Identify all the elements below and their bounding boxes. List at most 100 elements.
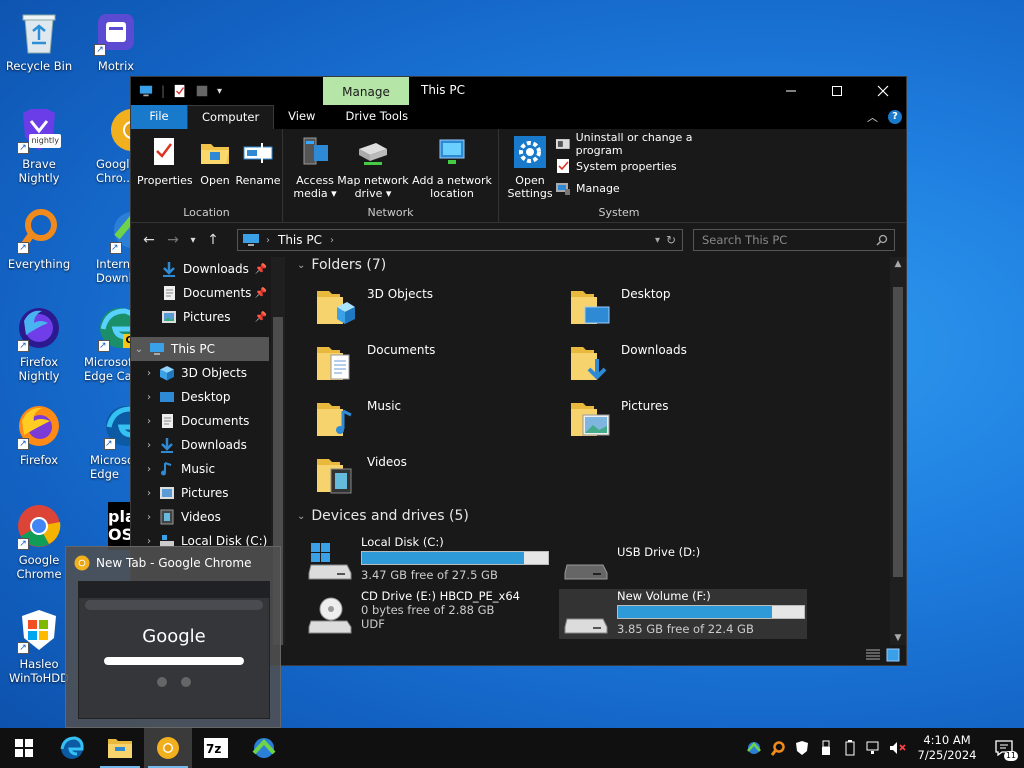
nav-music[interactable]: › Music [131,457,269,481]
system-properties-button[interactable]: System properties [555,155,739,177]
taskbar-file-explorer[interactable] [96,728,144,768]
address-dropdown-icon[interactable]: ▾ [655,235,660,246]
desktop-icon-brave-nightly[interactable]: nightly ↗ Brave Nightly [1,106,77,185]
tab-manage-context[interactable]: Manage [323,77,409,105]
close-button[interactable] [860,77,906,105]
rename-button[interactable]: Rename [235,135,281,187]
this-pc-icon[interactable] [139,84,153,98]
desktop-icon-firefox[interactable]: ↗ Firefox [1,402,77,467]
details-view-icon[interactable] [866,649,880,661]
minimize-button[interactable] [768,77,814,105]
nav-this-pc[interactable]: ⌄ This PC [131,337,269,361]
properties-button[interactable]: Properties [137,135,193,187]
drive-new-volume-f[interactable]: New Volume (F:) 3.85 GB free of 22.4 GB [559,589,807,639]
expand-chevron-icon[interactable]: › [143,512,155,523]
up-button[interactable]: ↑ [201,232,225,248]
uninstall-program-button[interactable]: Uninstall or change a program [555,131,739,157]
open-settings-button[interactable]: Open Settings [507,135,553,200]
breadcrumb-this-pc[interactable]: This PC [278,233,322,247]
pin-icon[interactable]: 📌 [255,312,267,323]
folder-documents[interactable]: Documents [313,341,435,385]
search-input[interactable]: Search This PC [693,229,895,251]
recent-locations-button[interactable]: ▾ [185,235,201,246]
manage-button[interactable]: Manage [555,177,739,199]
address-bar[interactable]: › This PC › ▾ ↻ [237,229,683,251]
collapse-chevron-icon[interactable]: ⌄ [297,260,305,271]
nav-documents[interactable]: › Documents [131,409,269,433]
nav-quick-documents[interactable]: Documents 📌 [131,281,269,305]
scroll-up-icon[interactable]: ▲ [890,259,906,269]
collapse-chevron-icon[interactable]: ⌄ [297,511,305,522]
folder-3d-objects[interactable]: 3D Objects [313,285,433,329]
nav-downloads[interactable]: › Downloads [131,433,269,457]
add-network-location-button[interactable]: Add a network location [411,135,493,200]
taskbar-thumbnail-preview[interactable]: New Tab - Google Chrome Google [65,546,281,728]
expand-chevron-icon[interactable]: › [143,440,155,451]
content-scrollbar[interactable]: ▲ ▼ [890,257,906,645]
folder-music[interactable]: Music [313,397,401,441]
nav-videos[interactable]: › Videos [131,505,269,529]
taskbar-7zip[interactable]: 7z [192,728,240,768]
clock[interactable]: 4:10 AM 7/25/2024 [910,733,984,763]
tray-security-shield-icon[interactable] [790,728,814,768]
tray-volume-muted-icon[interactable] [886,728,910,768]
map-network-drive-button[interactable]: Map network drive ▾ [337,135,409,200]
breadcrumb-chevron-icon[interactable]: › [330,235,334,246]
folders-section-header[interactable]: ⌄ Folders (7) [297,257,386,273]
drive-usb-d[interactable]: USB Drive (D:) [563,535,811,585]
maximize-button[interactable] [814,77,860,105]
pin-icon[interactable]: 📌 [255,288,267,299]
folder-videos[interactable]: Videos [313,453,407,497]
folder-downloads[interactable]: Downloads [567,341,687,385]
desktop-icon-everything[interactable]: ↗ Everything [1,206,77,271]
folder-pictures[interactable]: Pictures [567,397,669,441]
tray-network-icon[interactable] [862,728,886,768]
tray-idm-icon[interactable] [742,728,766,768]
back-button[interactable]: ← [137,232,161,248]
preview-thumbnail[interactable]: Google [78,581,270,719]
tab-file[interactable]: File [131,105,187,129]
expand-chevron-icon[interactable]: › [143,392,155,403]
refresh-icon[interactable]: ↻ [666,233,676,247]
new-folder-icon[interactable] [195,84,209,98]
desktop-icon-recycle-bin[interactable]: Recycle Bin [1,8,77,73]
desktop-icon-motrix[interactable]: ↗ Motrix [78,8,154,73]
devices-section-header[interactable]: ⌄ Devices and drives (5) [297,508,469,524]
expand-chevron-icon[interactable]: › [143,488,155,499]
tray-battery-icon[interactable] [838,728,862,768]
customize-qat-icon[interactable]: ▾ [217,86,222,97]
tray-everything-icon[interactable] [766,728,790,768]
tab-view[interactable]: View [274,105,329,129]
nav-desktop[interactable]: › Desktop [131,385,269,409]
drive-local-disk-c[interactable]: Local Disk (C:) 3.47 GB free of 27.5 GB [307,535,555,585]
access-media-button[interactable]: Access media ▾ [293,135,337,200]
forward-button[interactable]: → [161,232,185,248]
scroll-down-icon[interactable]: ▼ [890,633,906,643]
tab-drive-tools[interactable]: Drive Tools [329,105,422,129]
properties-check-icon[interactable] [173,84,187,98]
action-center-button[interactable]: 11 [984,728,1024,768]
nav-pictures[interactable]: › Pictures [131,481,269,505]
large-icons-view-icon[interactable] [886,648,900,662]
folder-desktop[interactable]: Desktop [567,285,671,329]
taskbar-chrome-canary[interactable] [144,728,192,768]
expand-chevron-icon[interactable]: › [143,464,155,475]
desktop-icon-firefox-nightly[interactable]: ↗ Firefox Nightly [1,304,77,383]
tray-usb-eject-icon[interactable] [814,728,838,768]
expand-chevron-icon[interactable]: › [143,416,155,427]
pin-icon[interactable]: 📌 [255,264,267,275]
start-button[interactable] [0,728,48,768]
expand-chevron-icon[interactable]: ⌄ [133,344,145,355]
nav-3d-objects[interactable]: › 3D Objects [131,361,269,385]
help-icon[interactable]: ? [888,110,902,124]
breadcrumb-chevron-icon[interactable]: › [266,235,270,246]
tab-computer[interactable]: Computer [187,105,275,129]
open-button[interactable]: Open [195,135,235,187]
expand-chevron-icon[interactable]: › [143,536,155,547]
taskbar-internet-download-manager[interactable] [240,728,288,768]
scrollbar-thumb[interactable] [893,287,903,577]
drive-cd-e[interactable]: CD Drive (E:) HBCD_PE_x64 0 bytes free o… [307,589,555,641]
taskbar-edge[interactable] [48,728,96,768]
collapse-ribbon-icon[interactable]: ︿ [867,109,878,125]
expand-chevron-icon[interactable]: › [143,368,155,379]
